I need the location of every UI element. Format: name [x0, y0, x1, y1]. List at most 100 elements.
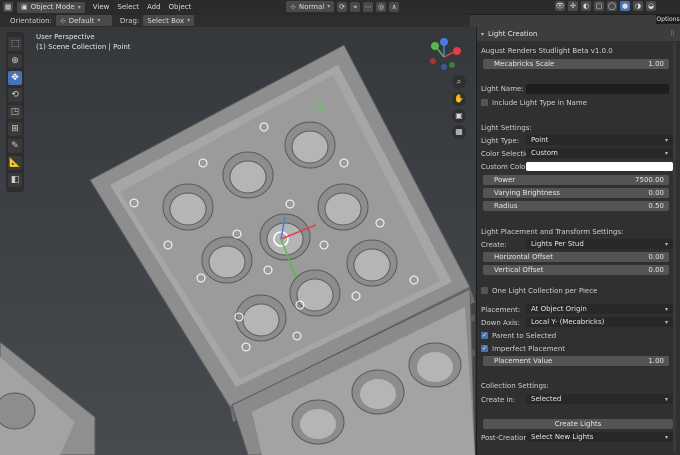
create-dropdown[interactable]: Lights Per Stud ▾	[526, 239, 673, 249]
light-name-label: Light Name:	[481, 84, 524, 93]
cursor-icon[interactable]: ⊕	[8, 54, 22, 68]
create-lights-button[interactable]: Create Lights	[483, 419, 673, 429]
visibility-icon[interactable]: 👁	[555, 1, 565, 11]
annotate-icon[interactable]: ✎	[8, 139, 22, 153]
light-settings-label: Light Settings:	[481, 123, 532, 132]
one-collection-label: One Light Collection per Piece	[492, 286, 598, 295]
power-label: Power	[494, 176, 516, 184]
collection-settings-label: Collection Settings:	[481, 381, 549, 390]
rotate-icon[interactable]: ⟲	[8, 88, 22, 102]
chevron-down-icon: ▾	[664, 318, 668, 326]
menu-add[interactable]: Add	[147, 1, 161, 13]
placement-dropdown[interactable]: At Object Origin ▾	[526, 304, 673, 314]
chevron-down-icon: ▾	[664, 305, 668, 313]
chevron-down-icon: ▾	[664, 395, 668, 403]
orientation-dropdown[interactable]: ⊹ Default ▾	[55, 15, 112, 26]
measure-icon[interactable]: 📐	[8, 156, 22, 170]
varying-brightness-field[interactable]: Varying Brightness 0.00	[483, 188, 669, 198]
create-in-value: Selected	[531, 395, 562, 403]
drag-dropdown[interactable]: Select Box ▾	[143, 15, 195, 26]
vertical-offset-field[interactable]: Vertical Offset 0.00	[483, 265, 669, 275]
shading-wire-icon[interactable]: ◯	[607, 1, 617, 11]
mecabricks-scale-field[interactable]: Mecabricks Scale 1.00	[483, 59, 669, 69]
pan-hand-icon[interactable]: ✋	[452, 92, 466, 106]
proportional-edit-icon[interactable]: ◎	[376, 1, 387, 12]
placement-settings-heading: Light Placement and Transform Settings:	[481, 226, 677, 237]
orientation-global-icon: ⊹	[59, 16, 66, 25]
mode-label: Object Mode	[30, 3, 75, 11]
mode-dropdown[interactable]: ▣ Object Mode ▾	[17, 1, 85, 13]
down-axis-dropdown[interactable]: Local Y- (Mecabricks) ▾	[526, 317, 673, 327]
include-type-row[interactable]: Include Light Type in Name	[481, 97, 677, 108]
shading-material-icon[interactable]: ◑	[633, 1, 643, 11]
one-collection-row[interactable]: One Light Collection per Piece	[481, 285, 677, 296]
transform-label: Normal	[298, 2, 325, 11]
scale-icon[interactable]: ◳	[8, 105, 22, 119]
transform-orientation-dropdown[interactable]: ⊹ Normal ▾	[286, 1, 335, 12]
placement-value: At Object Origin	[531, 305, 587, 313]
power-field[interactable]: Power 7500.00	[483, 175, 669, 185]
navigation-gizmo[interactable]	[424, 37, 464, 77]
panel-header[interactable]: ▾ Light Creation ⠿	[477, 27, 680, 41]
chevron-down-icon: ▾	[77, 3, 81, 11]
post-creation-dropdown[interactable]: Select New Lights ▾	[526, 432, 673, 442]
drag-handle-icon[interactable]: ⠿	[670, 30, 675, 38]
scene-collection-label: (1) Scene Collection | Point	[36, 43, 131, 51]
custom-color-label: Custom Color:	[481, 162, 531, 171]
color-selection-dropdown[interactable]: Custom ▾	[526, 148, 673, 158]
overlay-icon[interactable]: ◐	[581, 1, 591, 11]
radius-value: 0.50	[648, 202, 664, 210]
xray-icon[interactable]: ▢	[594, 1, 604, 11]
light-type-value: Point	[531, 136, 549, 144]
options-button[interactable]: Options	[656, 15, 680, 24]
chevron-down-icon: ▾	[664, 149, 668, 157]
select-box-icon[interactable]: ⬚	[8, 37, 22, 51]
down-axis-value: Local Y- (Mecabricks)	[531, 318, 605, 326]
3d-viewport[interactable]: User Perspective (1) Scene Collection | …	[0, 27, 475, 455]
gizmo-icon[interactable]: ✣	[568, 1, 578, 11]
pivot-icon[interactable]: ⟳	[337, 1, 348, 12]
parent-label: Parent to Selected	[492, 331, 557, 340]
move-icon[interactable]: ✥	[8, 71, 22, 85]
include-type-label: Include Light Type in Name	[492, 98, 587, 107]
shading-render-icon[interactable]: ◒	[646, 1, 656, 11]
varying-value: 0.00	[648, 189, 664, 197]
scale-label: Mecabricks Scale	[494, 60, 555, 68]
falloff-icon[interactable]: ∧	[389, 1, 400, 12]
camera-icon[interactable]: ▣	[452, 109, 466, 123]
create-label: Create:	[481, 240, 507, 249]
parent-checkbox[interactable]: ✓	[481, 332, 488, 339]
imperfect-checkbox[interactable]: ✓	[481, 345, 488, 352]
snap-icon[interactable]: ⌖	[350, 1, 361, 12]
placement-value-field[interactable]: Placement Value 1.00	[483, 356, 669, 366]
panel-title: Light Creation	[488, 30, 538, 38]
chevron-down-icon: ▾	[187, 17, 191, 24]
menu-select[interactable]: Select	[117, 1, 139, 13]
radius-field[interactable]: Radius 0.50	[483, 201, 669, 211]
horizontal-offset-field[interactable]: Horizontal Offset 0.00	[483, 252, 669, 262]
tool-settings-bar: Orientation: ⊹ Default ▾ Drag: Select Bo…	[0, 14, 470, 27]
chevron-down-icon: ▾	[664, 433, 668, 441]
light-type-label: Light Type:	[481, 136, 520, 145]
zoom-icon[interactable]: ⌕	[452, 75, 466, 89]
snap-options-icon[interactable]: ⋯	[363, 1, 374, 12]
light-name-input[interactable]	[526, 84, 669, 94]
post-creation-label: Post-Creation:	[481, 433, 531, 442]
power-value: 7500.00	[635, 176, 664, 184]
add-cube-icon[interactable]: ◧	[8, 173, 22, 187]
imperfect-row[interactable]: ✓ Imperfect Placement	[481, 343, 677, 354]
menu-view[interactable]: View	[93, 1, 110, 13]
ortho-grid-icon[interactable]: ▦	[452, 125, 466, 139]
shading-solid-icon[interactable]: ●	[620, 1, 630, 11]
include-type-checkbox[interactable]	[481, 99, 488, 106]
drag-value: Select Box	[147, 16, 185, 25]
light-type-dropdown[interactable]: Point ▾	[526, 135, 673, 145]
menu-object[interactable]: Object	[169, 1, 192, 13]
parent-row[interactable]: ✓ Parent to Selected	[481, 330, 677, 341]
custom-color-swatch[interactable]	[526, 162, 673, 171]
one-collection-checkbox[interactable]	[481, 287, 488, 294]
editor-type-icon[interactable]: ▦	[3, 2, 13, 12]
transform-icon[interactable]: ⊞	[8, 122, 22, 136]
create-in-dropdown[interactable]: Selected ▾	[526, 394, 673, 404]
panel-scrollbar[interactable]	[673, 42, 676, 452]
